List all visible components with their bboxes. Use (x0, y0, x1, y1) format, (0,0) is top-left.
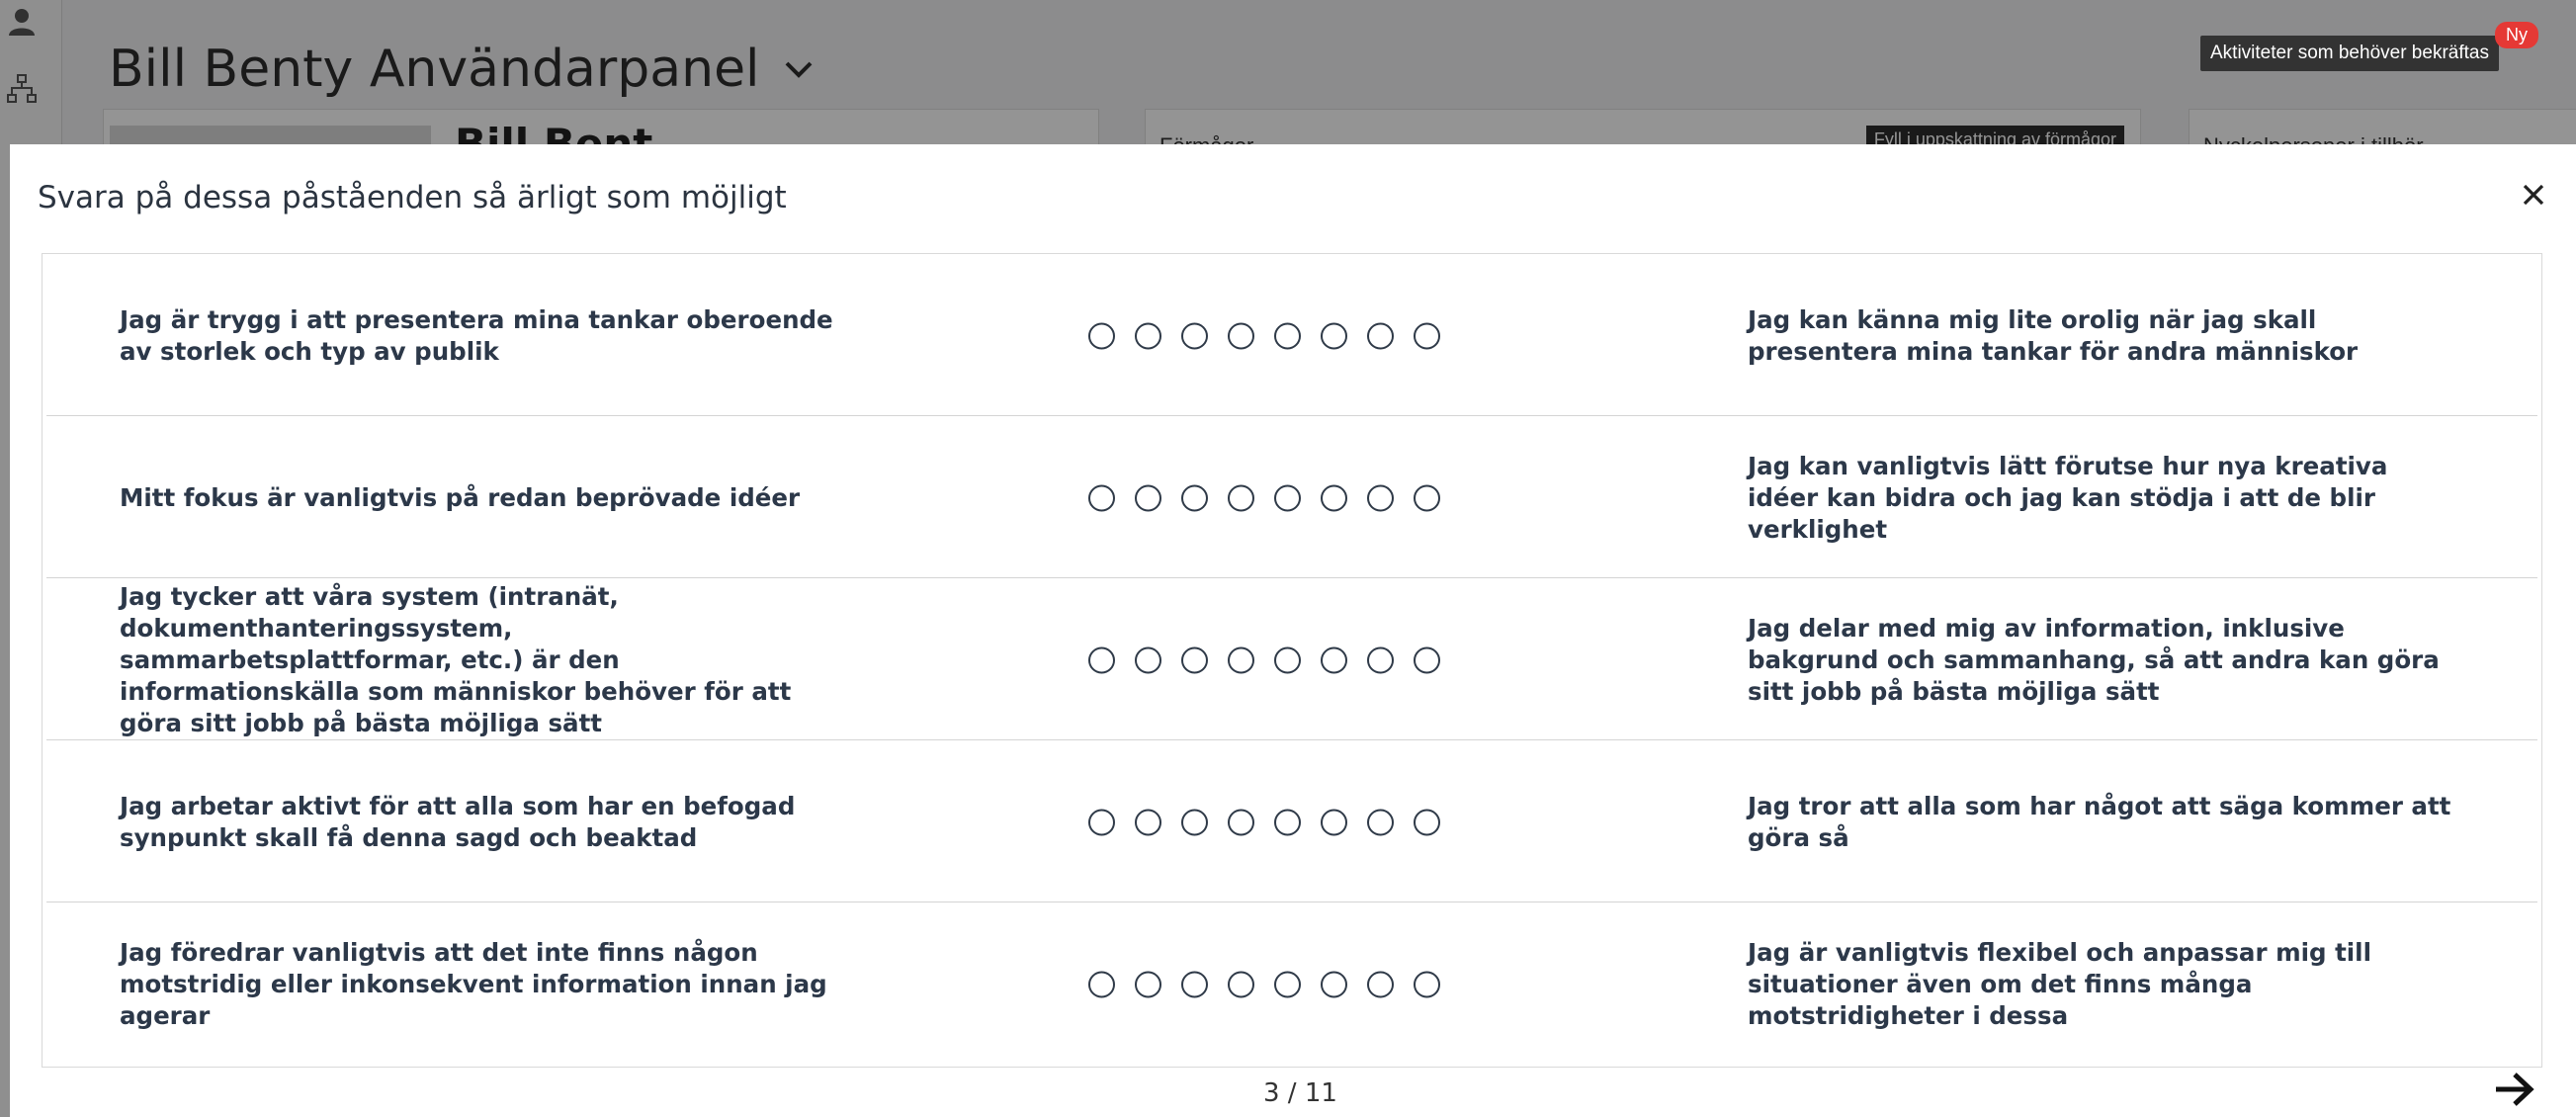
survey-modal: Svara på dessa påståenden så ärligt som … (10, 144, 2576, 1117)
statement-left: Jag tycker att våra system (intranät, do… (120, 581, 792, 737)
statement-right: Jag tror att alla som har något att säga… (1748, 791, 2451, 852)
rating-radio[interactable] (1228, 484, 1254, 511)
rating-radio[interactable] (1414, 971, 1440, 998)
rating-radio[interactable] (1321, 971, 1347, 998)
statement-left: Jag är trygg i att presentera mina tanka… (120, 304, 833, 366)
statement-left: Jag arbetar aktivt för att alla som har … (120, 791, 796, 852)
rating-radio[interactable] (1367, 322, 1394, 349)
rating-radio[interactable] (1088, 646, 1115, 673)
rating-radio[interactable] (1181, 646, 1208, 673)
survey-row: Mitt fokus är vanligtvis på redan bepröv… (46, 418, 2537, 578)
rating-radio[interactable] (1414, 646, 1440, 673)
rating-radio[interactable] (1088, 484, 1115, 511)
rating-radio[interactable] (1367, 646, 1394, 673)
rating-radio[interactable] (1367, 971, 1394, 998)
close-icon[interactable] (2517, 178, 2550, 212)
rating-radio[interactable] (1088, 809, 1115, 835)
survey-row: Jag är trygg i att presentera mina tanka… (46, 256, 2537, 416)
statement-left: Mitt fokus är vanligtvis på redan bepröv… (120, 482, 801, 512)
rating-radio[interactable] (1414, 322, 1440, 349)
rating-radio[interactable] (1181, 971, 1208, 998)
rating-radio[interactable] (1321, 809, 1347, 835)
rating-radio[interactable] (1414, 484, 1440, 511)
rating-radio[interactable] (1321, 322, 1347, 349)
rating-scale (1088, 646, 1440, 673)
page-indicator: 3 / 11 (1263, 1078, 1337, 1108)
statement-left: Jag föredrar vanligtvis att det inte fin… (120, 938, 827, 1030)
rating-scale (1088, 971, 1440, 998)
statement-right: Jag är vanligtvis flexibel och anpassar … (1748, 938, 2371, 1030)
rating-radio[interactable] (1274, 322, 1301, 349)
rating-radio[interactable] (1321, 484, 1347, 511)
rating-radio[interactable] (1274, 646, 1301, 673)
statement-right: Jag delar med mig av information, inklus… (1748, 613, 2440, 706)
survey-row: Jag arbetar aktivt för att alla som har … (46, 742, 2537, 902)
rating-radio[interactable] (1135, 322, 1161, 349)
rating-radio[interactable] (1181, 809, 1208, 835)
rating-radio[interactable] (1135, 646, 1161, 673)
rating-radio[interactable] (1274, 484, 1301, 511)
rating-radio[interactable] (1088, 971, 1115, 998)
rating-radio[interactable] (1228, 646, 1254, 673)
rating-radio[interactable] (1135, 809, 1161, 835)
rating-radio[interactable] (1274, 809, 1301, 835)
rating-radio[interactable] (1135, 971, 1161, 998)
survey-list: Jag är trygg i att presentera mina tanka… (42, 253, 2542, 1068)
rating-radio[interactable] (1181, 322, 1208, 349)
rating-radio[interactable] (1367, 809, 1394, 835)
rating-radio[interactable] (1414, 809, 1440, 835)
rating-radio[interactable] (1321, 646, 1347, 673)
rating-scale (1088, 484, 1440, 511)
rating-radio[interactable] (1135, 484, 1161, 511)
rating-radio[interactable] (1228, 322, 1254, 349)
new-badge: Ny (2495, 22, 2538, 48)
statement-right: Jag kan känna mig lite orolig när jag sk… (1748, 304, 2359, 366)
rating-radio[interactable] (1228, 971, 1254, 998)
survey-row: Jag tycker att våra system (intranät, do… (46, 580, 2537, 740)
modal-title: Svara på dessa påståenden så ärligt som … (38, 180, 787, 215)
rating-radio[interactable] (1181, 484, 1208, 511)
activities-button[interactable]: Aktiviteter som behöver bekräftas (2200, 36, 2499, 71)
statement-right: Jag kan vanligtvis lätt förutse hur nya … (1748, 451, 2388, 544)
rating-scale (1088, 322, 1440, 349)
rating-radio[interactable] (1367, 484, 1394, 511)
rating-radio[interactable] (1088, 322, 1115, 349)
rating-scale (1088, 809, 1440, 835)
arrow-right-icon[interactable] (2493, 1070, 2536, 1109)
survey-row: Jag föredrar vanligtvis att det inte fin… (46, 904, 2537, 1065)
rating-radio[interactable] (1274, 971, 1301, 998)
rating-radio[interactable] (1228, 809, 1254, 835)
